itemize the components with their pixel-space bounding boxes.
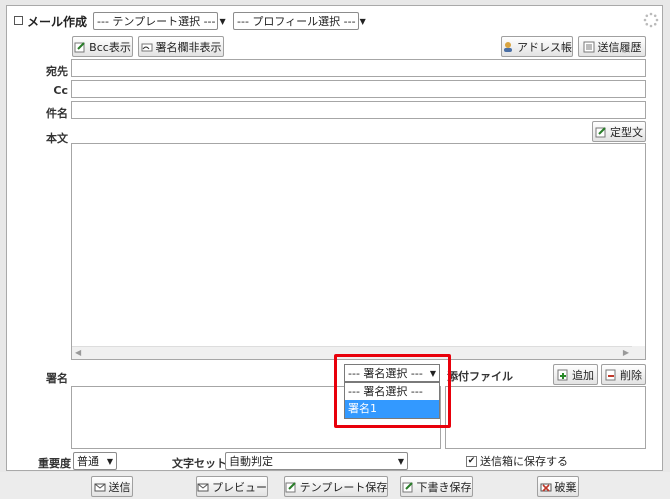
signature-icon <box>141 41 153 53</box>
priority-select-value: 普通 <box>77 455 99 468</box>
save-to-sent-checkbox-row[interactable]: ✔ 送信箱に保存する <box>466 453 568 469</box>
save-to-sent-label: 送信箱に保存する <box>480 455 568 468</box>
preview-label: プレビュー <box>212 480 267 494</box>
preview-icon <box>197 481 209 493</box>
send-icon <box>94 481 106 493</box>
signature-toggle-button[interactable]: 署名欄非表示 <box>138 36 224 57</box>
body-label: 本文 <box>46 132 68 145</box>
template-text-label: 定型文 <box>610 125 643 139</box>
to-field[interactable] <box>71 59 646 77</box>
charset-select[interactable]: 自動判定 ▼ <box>225 452 408 470</box>
bcc-button[interactable]: Bcc表示 <box>72 36 133 57</box>
subject-label: 件名 <box>46 107 68 120</box>
signature-toggle-label: 署名欄非表示 <box>155 40 222 54</box>
charset-label: 文字セット <box>172 457 227 470</box>
loading-spinner-icon <box>643 12 659 28</box>
chevron-down-icon: ▼ <box>397 456 404 466</box>
chevron-down-icon: ▼ <box>219 16 226 26</box>
chevron-down-icon: ▼ <box>359 16 366 26</box>
discard-label: 破棄 <box>554 480 577 494</box>
scrollbar-corner <box>632 346 645 359</box>
template-text-button[interactable]: 定型文 <box>592 121 646 142</box>
edit-icon <box>285 481 297 493</box>
address-book-label: アドレス帳 <box>517 40 572 54</box>
action-bar: 送信 プレビュー テンプレート保存 下書き保存 破棄 <box>0 472 670 499</box>
attachments-label: 添付ファイル <box>445 368 513 384</box>
template-select[interactable]: --- テンプレート選択 --- ▼ <box>93 12 226 30</box>
charset-select-value: 自動判定 <box>229 455 273 468</box>
template-select-value: --- テンプレート選択 --- <box>97 15 216 28</box>
scroll-right-icon[interactable]: ▶ <box>623 348 629 357</box>
highlight-box <box>334 354 451 428</box>
save-draft-button[interactable]: 下書き保存 <box>400 476 473 497</box>
collapse-icon[interactable] <box>14 16 23 25</box>
cc-label: Cc <box>53 84 68 97</box>
scroll-left-icon[interactable]: ◀ <box>75 348 81 357</box>
history-icon <box>583 41 595 53</box>
address-book-button[interactable]: アドレス帳 <box>501 36 573 57</box>
preview-button[interactable]: プレビュー <box>196 476 268 497</box>
to-label: 宛先 <box>46 65 68 78</box>
signature-label: 署名 <box>46 372 68 385</box>
profile-select[interactable]: --- プロフィール選択 --- ▼ <box>233 12 366 30</box>
save-draft-label: 下書き保存 <box>416 480 472 494</box>
priority-label: 重要度 <box>38 457 71 470</box>
edit-icon <box>74 41 86 53</box>
discard-icon <box>540 481 552 493</box>
send-history-button[interactable]: 送信履歴 <box>578 36 646 57</box>
save-template-label: テンプレート保存 <box>299 480 388 494</box>
edit-icon <box>402 481 414 493</box>
discard-button[interactable]: 破棄 <box>537 476 579 497</box>
cc-field[interactable] <box>71 80 646 98</box>
save-template-button[interactable]: テンプレート保存 <box>284 476 388 497</box>
address-book-icon <box>502 41 514 53</box>
edit-icon <box>595 126 607 138</box>
attach-add-icon <box>557 369 569 381</box>
bcc-button-label: Bcc表示 <box>89 40 131 54</box>
save-to-sent-checkbox[interactable]: ✔ <box>466 455 477 467</box>
priority-select[interactable]: 普通 ▼ <box>73 452 117 470</box>
delete-attachment-label: 削除 <box>620 368 642 382</box>
subject-field[interactable] <box>71 101 646 119</box>
send-label: 送信 <box>108 480 131 494</box>
attach-delete-icon <box>605 369 617 381</box>
add-attachment-label: 追加 <box>572 368 594 382</box>
profile-select-value: --- プロフィール選択 --- <box>237 15 356 28</box>
chevron-down-icon: ▼ <box>106 456 113 466</box>
send-button[interactable]: 送信 <box>91 476 133 497</box>
send-history-label: 送信履歴 <box>597 40 642 54</box>
body-textarea[interactable]: ◀ ▶ <box>71 143 646 360</box>
add-attachment-button[interactable]: 追加 <box>553 364 598 385</box>
page-title: メール作成 <box>27 15 88 29</box>
delete-attachment-button[interactable]: 削除 <box>601 364 646 385</box>
attachment-list[interactable] <box>445 386 646 449</box>
